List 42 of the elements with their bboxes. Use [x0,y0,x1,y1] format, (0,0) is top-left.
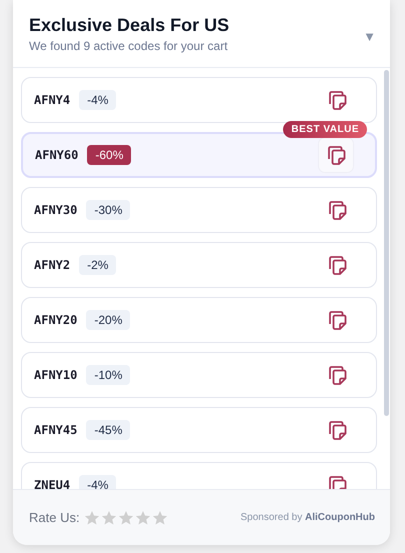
copy-icon [326,199,348,221]
scrollbar[interactable] [384,70,389,416]
coupon-row[interactable]: AFNY20 -20% [21,297,377,343]
coupon-row[interactable]: AFNY2 -2% [21,242,377,288]
discount-badge: -30% [86,200,130,220]
discount-badge: -45% [86,420,130,440]
discount-badge: -2% [79,255,116,275]
coupon-code: AFNY4 [34,93,70,107]
copy-icon [326,309,348,331]
best-value-tag: BEST VALUE [283,121,367,138]
coupon-code: AFNY45 [34,423,78,437]
discount-badge: -10% [86,365,130,385]
sponsor-text: Sponsored by AliCouponHub [240,512,375,523]
discount-badge: -60% [87,145,132,165]
rate-label: Rate Us: [29,510,80,525]
copy-icon [326,89,348,111]
copy-icon [326,364,348,386]
coupon-row[interactable]: AFNY60 -60% [21,132,377,178]
coupon-row[interactable]: AFNY10 -10% [21,352,377,398]
coupon-code: AFNY30 [34,203,78,217]
coupon-code: AFNY20 [34,313,78,327]
discount-badge: -4% [79,90,116,110]
coupon-code: AFNY60 [35,148,78,162]
copy-icon [325,144,347,166]
discount-badge: -4% [79,475,116,489]
copy-icon [326,254,348,276]
panel-title: Exclusive Deals For US [29,14,230,36]
star-icon[interactable] [134,510,151,526]
star-rating[interactable] [84,510,168,526]
coupon-code: AFNY10 [34,368,78,382]
star-icon[interactable] [100,510,117,526]
star-icon[interactable] [152,510,168,526]
coupon-row[interactable]: AFNY30 -30% [21,187,377,233]
copy-icon [326,419,348,441]
coupon-code: AFNY2 [34,258,70,272]
coupon-code: ZNEU4 [34,478,70,489]
coupon-row[interactable]: AFNY45 -45% [21,407,377,453]
copy-button[interactable] [319,138,353,172]
star-icon[interactable] [118,510,134,526]
panel-subtitle: We found 9 active codes for your cart [29,39,229,53]
star-icon[interactable] [84,510,100,526]
discount-badge: -20% [86,310,130,330]
